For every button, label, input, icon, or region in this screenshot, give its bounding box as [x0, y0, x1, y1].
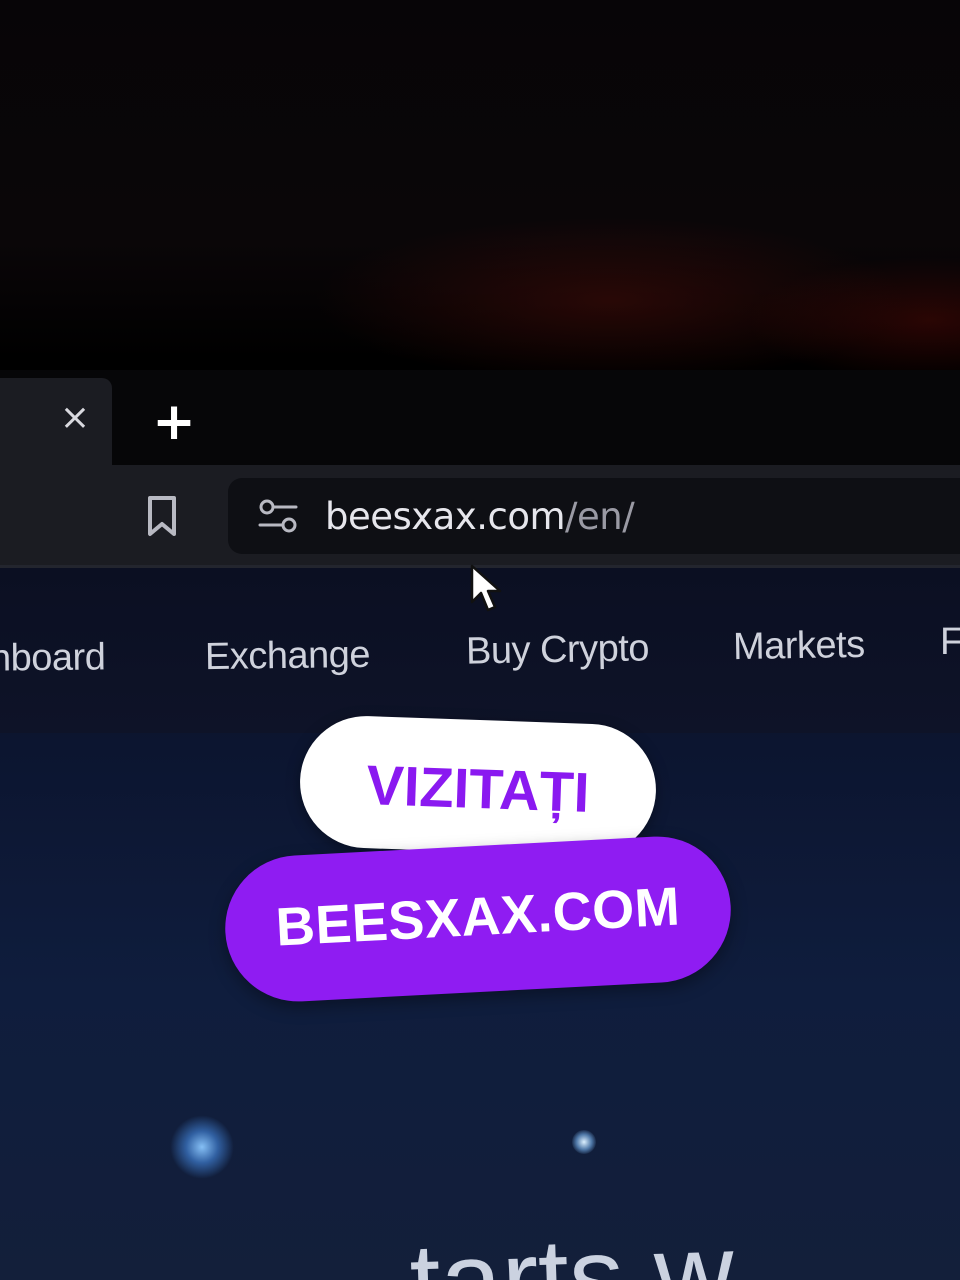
hero-heading: tarts w — [407, 1210, 736, 1280]
url-text[interactable]: beesxax.com/en/ — [325, 494, 635, 540]
bookmark-icon[interactable] — [144, 494, 180, 538]
nav-item-markets[interactable]: Markets — [733, 623, 865, 669]
nav-item-dashboard[interactable]: nboard — [0, 635, 106, 680]
url-path: /en/ — [565, 495, 635, 538]
active-tab[interactable] — [0, 378, 112, 468]
plus-icon[interactable]: + — [150, 396, 198, 448]
nav-item-more[interactable]: F. — [940, 620, 960, 664]
nav-item-buy-crypto[interactable]: Buy Crypto — [466, 626, 650, 673]
glow-orb — [170, 1115, 234, 1179]
close-icon[interactable]: × — [58, 398, 92, 438]
visit-label: VIZITAȚI — [365, 753, 591, 824]
url-host: beesxax.com — [325, 495, 566, 538]
nav-item-exchange[interactable]: Exchange — [205, 633, 371, 679]
tab-strip — [0, 370, 960, 465]
cursor-icon — [470, 564, 502, 612]
tune-icon[interactable] — [256, 496, 300, 536]
glow-orb-small — [572, 1130, 596, 1154]
photo-scene: × + beesxax.com/en/ nboard Exchange Buy … — [0, 0, 960, 1280]
